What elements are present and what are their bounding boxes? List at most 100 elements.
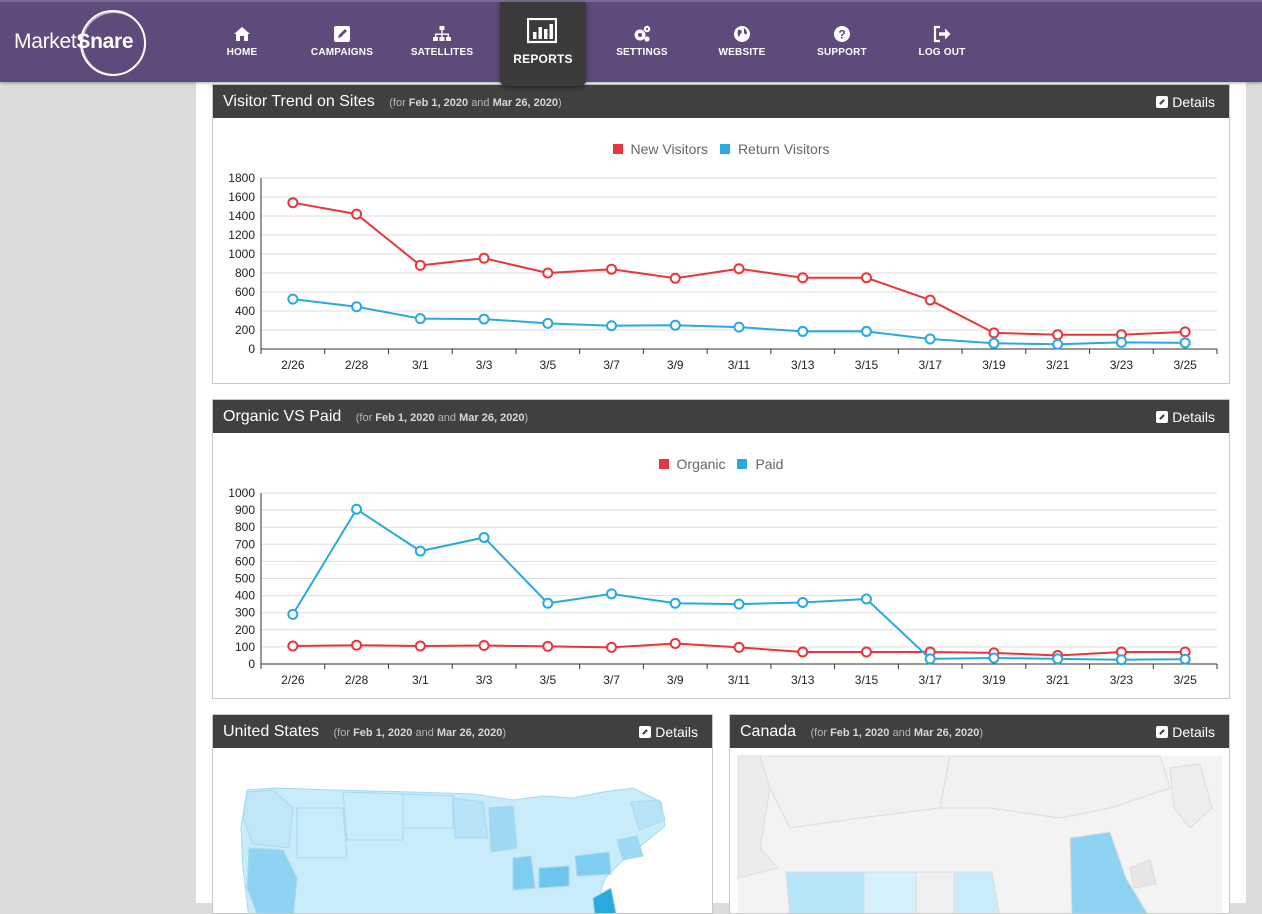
y-tick-label: 200 [235,323,255,337]
range-suffix: ) [979,727,983,739]
x-tick-label: 2/26 [281,358,305,372]
nav-logout[interactable]: LOG OUT [892,2,992,82]
state-region[interactable] [342,791,404,841]
province-region[interactable] [863,871,917,913]
x-tick-label: 3/9 [667,673,684,687]
range-prefix: (for [810,727,828,739]
data-point [542,317,554,329]
data-point [1179,326,1191,338]
x-tick-label: 3/9 [667,358,684,372]
data-point [287,640,299,652]
canada-map[interactable] [730,748,1229,913]
data-point [287,608,299,620]
nav-home[interactable]: HOME [192,2,292,82]
visitor-trend-chart: 0 200 400 600 800 1000 1200 1400 1600 1800 2/26 2/2… [228,171,1218,372]
data-point [542,597,554,609]
nav-support[interactable]: ? SUPPORT [792,2,892,82]
y-tick-label: 600 [235,285,255,299]
data-point [478,640,490,652]
data-point [542,640,554,652]
x-tick-label: 3/1 [412,673,429,687]
details-label: Details [1172,724,1215,740]
y-tick-label: 300 [235,606,255,620]
nav-website[interactable]: WEBSITE [692,2,792,82]
data-point [924,333,936,345]
details-link[interactable]: Details [1156,724,1215,740]
data-point [414,545,426,557]
reports-content: Visitor Trend on Sites (for Feb 1, 2020 … [196,82,1246,914]
state-region[interactable] [488,805,518,853]
data-point [1179,653,1191,665]
range-start: Feb 1, 2020 [830,727,890,739]
data-point [924,294,936,306]
state-region[interactable] [452,797,489,839]
data-point [860,646,872,658]
data-point [733,641,745,653]
data-point [351,301,363,313]
home-icon [234,27,250,41]
organic-paid-panel: Organic VS Paid (for Feb 1, 2020 and Mar… [212,399,1230,699]
nav-settings-label: SETTINGS [616,47,668,58]
range-start: Feb 1, 2020 [353,727,413,739]
canada-map-svg [737,755,1222,913]
y-tick-label: 800 [235,520,255,534]
data-point [478,252,490,264]
province-region[interactable] [953,871,1000,913]
y-tick-label: 400 [235,589,255,603]
date-range: (for Feb 1, 2020 and Mar 26, 2020) [811,727,983,739]
province-region[interactable] [785,871,865,913]
state-region[interactable] [538,865,570,889]
range-end: Mar 26, 2020 [436,727,503,739]
question-icon: ? [834,26,850,42]
data-point [606,320,618,332]
data-point [669,319,681,331]
details-link[interactable]: Details [639,724,698,740]
gears-icon [634,25,651,42]
y-tick-label: 1600 [228,190,255,204]
x-tick-label: 3/19 [982,358,1006,372]
y-tick-label: 1000 [228,247,255,261]
marketsnare-logo[interactable]: MarketSnare [14,8,154,78]
panel-header: Canada (for Feb 1, 2020 and Mar 26, 2020… [730,715,1229,748]
data-point [1179,337,1191,349]
data-point [860,325,872,337]
x-tick-label: 3/15 [855,358,879,372]
state-region[interactable] [402,793,454,829]
svg-text:?: ? [838,28,845,42]
data-point [478,313,490,325]
y-tick-label: 700 [235,537,255,551]
data-point [797,646,809,658]
external-link-icon [1156,726,1169,738]
province-region[interactable] [915,871,955,913]
data-point [351,503,363,515]
us-map[interactable] [213,748,712,913]
data-point [351,639,363,651]
state-region[interactable] [512,855,536,891]
nav-reports[interactable]: REPORTS [500,2,586,86]
x-tick-label: 3/13 [791,673,815,687]
state-region[interactable] [574,851,612,877]
panel-title: Canada (for Feb 1, 2020 and Mar 26, 2020… [740,723,983,741]
data-point [669,597,681,609]
data-point [287,293,299,305]
y-tick-label: 600 [235,554,255,568]
x-tick-label: 3/23 [1110,358,1134,372]
x-tick-label: 3/15 [855,673,879,687]
x-tick-label: 3/21 [1046,673,1070,687]
nav-settings[interactable]: SETTINGS [592,2,692,82]
nav-website-label: WEBSITE [718,47,766,58]
x-tick-label: 2/26 [281,673,305,687]
data-point [606,588,618,600]
data-point [797,596,809,608]
nav-campaigns[interactable]: CAMPAIGNS [292,2,392,82]
data-point [1052,338,1064,350]
sign-out-icon [933,25,951,43]
nav-satellites[interactable]: SATELLITES [392,2,492,82]
x-tick-label: 3/7 [603,673,620,687]
external-link-icon [639,726,652,738]
state-region[interactable] [296,807,348,859]
y-tick-label: 100 [235,640,255,654]
x-tick-label: 3/5 [539,358,556,372]
x-tick-label: 3/17 [919,673,943,687]
data-point [1115,336,1127,348]
